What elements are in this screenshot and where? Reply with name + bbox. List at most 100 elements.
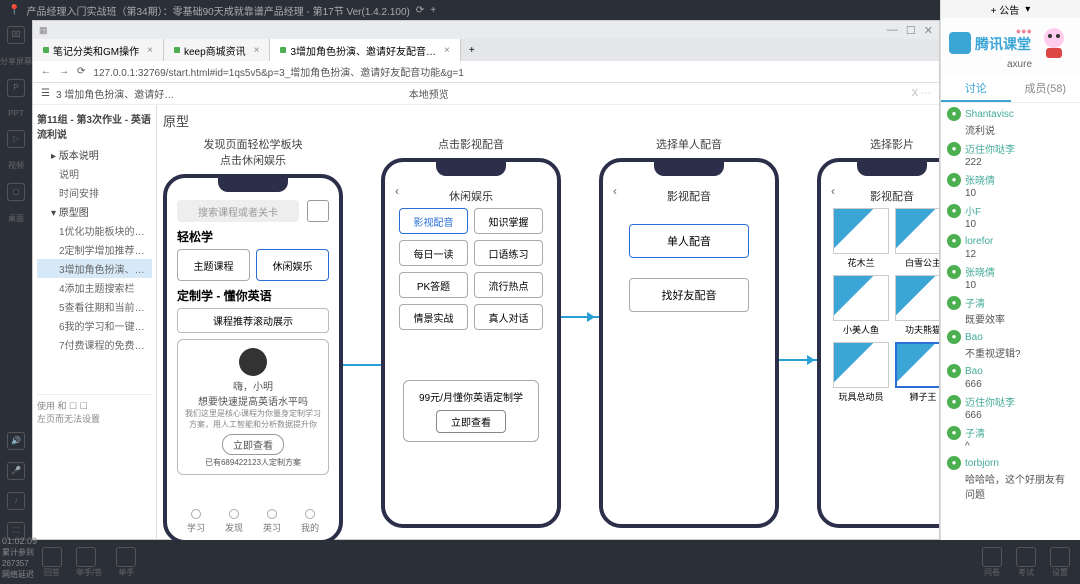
promo-card[interactable]: 嗨，小明 想要快速提高英语水平吗 我们这里是核心课程为你量身定制学习方案，用人工… bbox=[177, 339, 329, 475]
tree-node[interactable]: 6我的学习和一键寻找功能… bbox=[37, 316, 152, 335]
message-text: 10 bbox=[965, 219, 1074, 230]
username[interactable]: 子清 bbox=[965, 425, 985, 440]
fwd-icon[interactable]: → bbox=[59, 66, 69, 77]
calendar-icon[interactable] bbox=[307, 200, 329, 222]
bottom-nav[interactable]: 学习 发现 英习 我的 bbox=[177, 509, 329, 534]
menu-icon[interactable]: ☰ bbox=[41, 88, 50, 99]
username[interactable]: torbjorn bbox=[965, 458, 999, 469]
announce-bar[interactable]: + 公告 ▾ bbox=[941, 0, 1080, 18]
br-close[interactable]: ✕ bbox=[924, 24, 933, 37]
hand-icon[interactable] bbox=[116, 547, 136, 567]
preview-label: 本地预览 bbox=[409, 86, 449, 101]
play-icon bbox=[949, 32, 971, 54]
audio-icon[interactable]: 🔊 bbox=[7, 432, 25, 450]
br-min[interactable]: — bbox=[887, 24, 898, 37]
phone-frame: ‹ 影视配音 花木兰 白雪公主 小美人鱼 功夫熊猫 玩具总动员 狮子王 bbox=[817, 158, 939, 528]
movie-dub[interactable]: 影视配音 bbox=[399, 208, 468, 234]
address-bar[interactable]: ← → ⟳ 127.0.0.1:32769/start.html#id=1qs5v5… bbox=[33, 61, 939, 83]
username[interactable]: lorefor bbox=[965, 236, 993, 247]
cta-button[interactable]: 立即查看 bbox=[222, 434, 284, 455]
tab-1[interactable]: 笔记分类和GM操作× bbox=[33, 39, 164, 61]
topic-courses[interactable]: 主题课程 bbox=[177, 249, 250, 281]
phone-block-2: 点击影视配音 ‹ 休闲娱乐 影视配音 知识掌握 每日一读 口语练习 PK答题 流… bbox=[381, 136, 561, 544]
ppt-icon[interactable]: P bbox=[7, 79, 25, 97]
tab-members[interactable]: 成员(58) bbox=[1011, 76, 1080, 102]
tab-2[interactable]: keep商城资讯× bbox=[164, 39, 271, 61]
username[interactable]: 迈住你哒李 bbox=[965, 394, 1015, 409]
tree-node[interactable]: 说明 bbox=[37, 164, 152, 183]
back-icon[interactable]: ‹ bbox=[831, 184, 835, 198]
phone-frame: ‹ 影视配音 单人配音 找好友配音 bbox=[599, 158, 779, 528]
survey-icon[interactable] bbox=[982, 547, 1002, 567]
refresh-icon[interactable]: ⟳ bbox=[416, 5, 424, 16]
solo-dub[interactable]: 单人配音 bbox=[629, 224, 749, 258]
avatar-icon: ● bbox=[947, 364, 961, 378]
tree-node[interactable]: 7付费课程的免费试听 bbox=[37, 335, 152, 354]
close-icon: × bbox=[254, 45, 260, 56]
phone-frame: 搜索课程或者关卡 轻松学 主题课程休闲娱乐 定制学 - 懂你英语 课程推荐滚动展… bbox=[163, 174, 343, 544]
username[interactable]: Bao bbox=[965, 332, 983, 343]
app-grid-icon[interactable]: ▦ bbox=[39, 25, 48, 36]
brand-banner: 腾讯课堂 ●●● axure bbox=[941, 18, 1080, 76]
prototype-canvas[interactable]: 原型 发现页面轻松学板块 点击休闲娱乐 搜索课程或者关卡 轻松学 主题课程休闲娱… bbox=[157, 105, 939, 557]
back-icon[interactable]: ‹ bbox=[395, 184, 399, 198]
tree-node[interactable]: 4添加主题搜索栏 bbox=[37, 278, 152, 297]
username[interactable]: 小F bbox=[965, 203, 981, 218]
movie-thumb[interactable]: 玩具总动员 bbox=[833, 342, 889, 403]
answer-icon[interactable] bbox=[42, 547, 62, 567]
message-text: 666 bbox=[965, 379, 1074, 390]
username[interactable]: 子清 bbox=[965, 295, 985, 310]
bottom-toolbar: 01:02:09累计参到 267357 网络延迟 回答 举手/答 举手 问卷 考… bbox=[32, 540, 1080, 584]
tree-node-selected[interactable]: 3增加角色扮演、邀请好友… bbox=[37, 259, 152, 278]
leisure-ent[interactable]: 休闲娱乐 bbox=[256, 249, 329, 281]
tree-node[interactable]: ▾ 原型图 bbox=[37, 202, 152, 221]
video-icon[interactable]: ▷ bbox=[7, 130, 25, 148]
new-tab[interactable]: + bbox=[461, 45, 483, 56]
tab-3[interactable]: 3增加角色扮演、邀请好友配音…× bbox=[270, 39, 460, 61]
tab-strip: 笔记分类和GM操作× keep商城资讯× 3增加角色扮演、邀请好友配音…× + bbox=[33, 39, 939, 61]
page-title: 原型 bbox=[163, 111, 933, 130]
avatar-icon: ● bbox=[947, 173, 961, 187]
desktop-icon[interactable]: ▢ bbox=[7, 183, 25, 201]
avatar-icon: ● bbox=[947, 395, 961, 409]
movie-thumb[interactable]: 小美人鱼 bbox=[833, 275, 889, 336]
message-text: 哈哈哈，这个好朋友有问题 bbox=[965, 471, 1074, 501]
url: 127.0.0.1:32769/start.html#id=1qs5v5&p=3… bbox=[93, 64, 463, 79]
music-icon[interactable]: ♪ bbox=[7, 492, 25, 510]
search-input[interactable]: 搜索课程或者关卡 bbox=[177, 200, 299, 222]
tab-discuss[interactable]: 讨论 bbox=[941, 76, 1011, 102]
movie-thumb-selected[interactable]: 狮子王 bbox=[895, 342, 939, 403]
username[interactable]: 张晓倩 bbox=[965, 264, 995, 279]
view-button[interactable]: 立即查看 bbox=[436, 410, 506, 433]
tree-node[interactable]: 1优化功能板块的分类 bbox=[37, 221, 152, 240]
mic-icon[interactable]: 🎤 bbox=[7, 462, 25, 480]
reload-icon[interactable]: ⟳ bbox=[77, 66, 85, 77]
username[interactable]: Shantavisc bbox=[965, 109, 1014, 120]
friend-dub[interactable]: 找好友配音 bbox=[629, 278, 749, 312]
avatar-icon: ● bbox=[947, 107, 961, 121]
back-icon[interactable]: ← bbox=[41, 66, 51, 77]
tree-node[interactable]: ▸ 版本说明 bbox=[37, 145, 152, 164]
movie-thumb[interactable]: 白雪公主 bbox=[895, 208, 939, 269]
tree-node[interactable]: 时间安排 bbox=[37, 183, 152, 202]
add-icon[interactable]: + bbox=[430, 5, 436, 16]
movie-thumb[interactable]: 花木兰 bbox=[833, 208, 889, 269]
chat-messages[interactable]: ●Shantavisc流利说●迈住你哒李222●张晓倩10●小F10●loref… bbox=[941, 103, 1080, 556]
back-icon[interactable]: ‹ bbox=[613, 184, 617, 198]
message-text: 666 bbox=[965, 410, 1074, 421]
username[interactable]: 张晓倩 bbox=[965, 172, 995, 187]
tree-node[interactable]: 2定制学增加推荐的课程内… bbox=[37, 240, 152, 259]
br-max[interactable]: ☐ bbox=[906, 24, 916, 37]
settings-icon[interactable] bbox=[1050, 547, 1070, 567]
username[interactable]: 迈住你哒李 bbox=[965, 141, 1015, 156]
share-screen-icon[interactable]: ⌧ bbox=[7, 26, 25, 44]
tree-footer: 使用 和 ☐ ☐左页而无法设置 bbox=[37, 394, 152, 425]
username[interactable]: Bao bbox=[965, 366, 983, 377]
movie-thumb[interactable]: 功夫熊猫 bbox=[895, 275, 939, 336]
avatar-icon: ● bbox=[947, 296, 961, 310]
exam-icon[interactable] bbox=[1016, 547, 1036, 567]
price-banner: 99元/月懂你英语定制学 立即查看 bbox=[403, 380, 539, 442]
tree-node[interactable]: 5查看往期和当前学习记录… bbox=[37, 297, 152, 316]
raise-hand-icon[interactable] bbox=[76, 547, 96, 567]
breadcrumb: 3 增加角色扮演、邀请好… bbox=[56, 86, 174, 101]
